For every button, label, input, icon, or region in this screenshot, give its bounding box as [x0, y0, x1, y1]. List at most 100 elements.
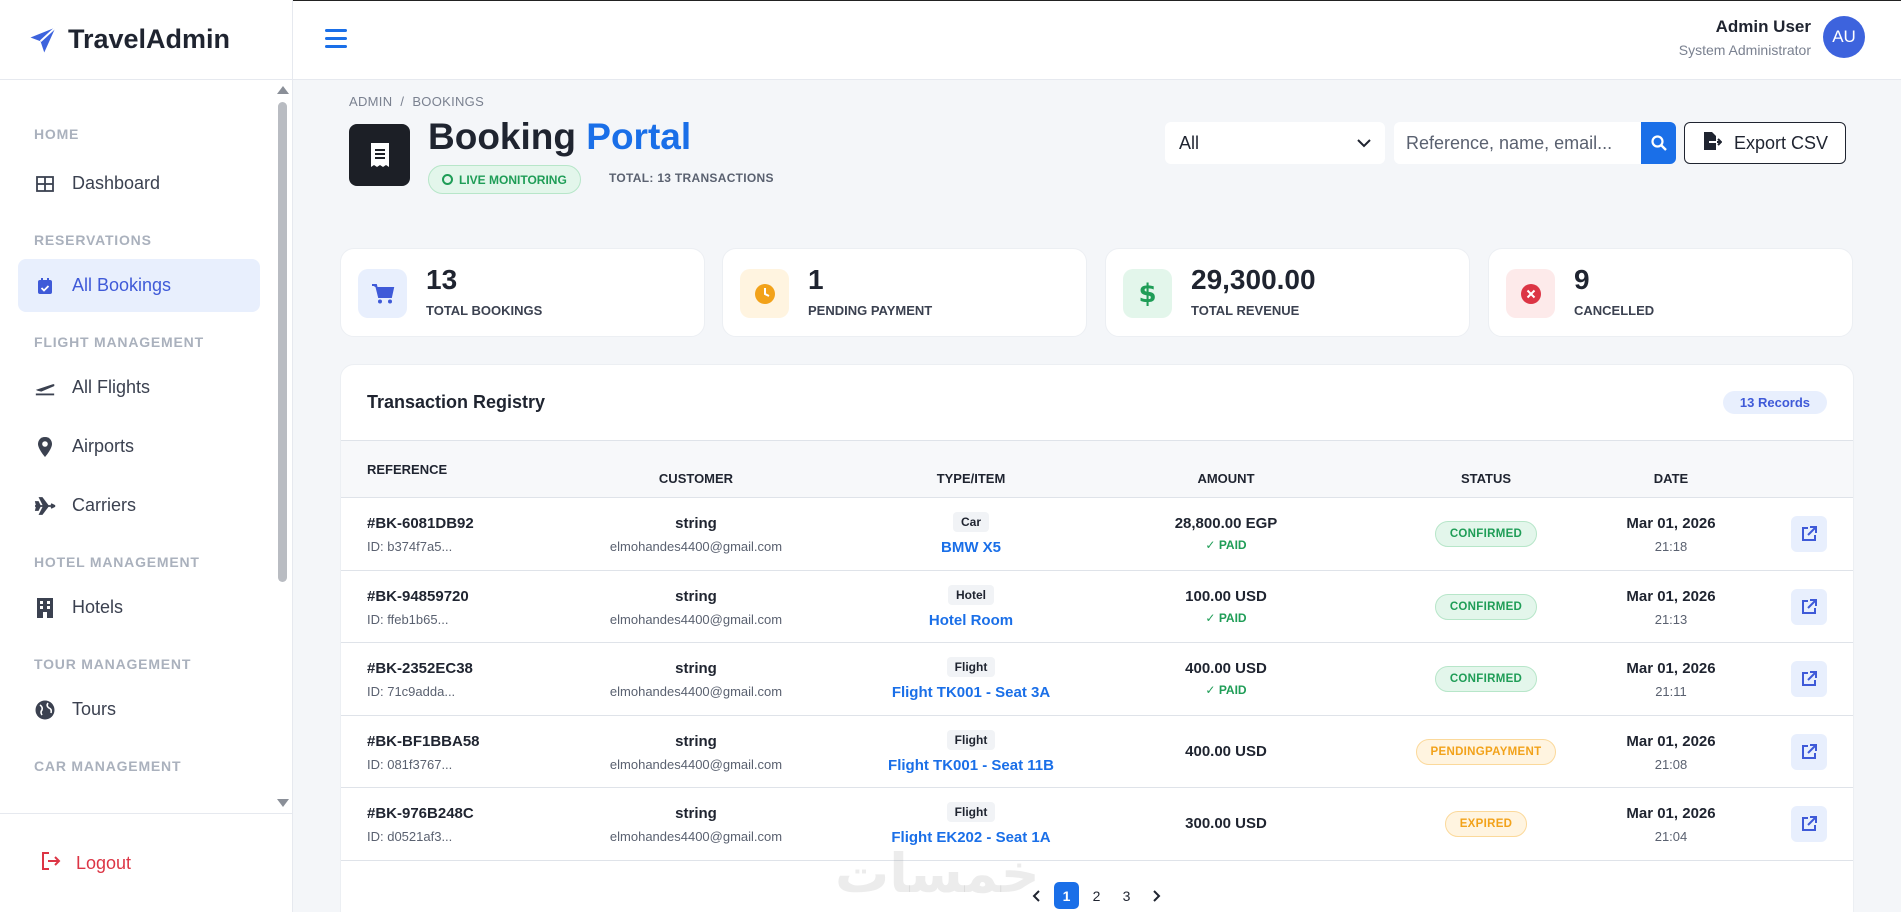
sidebar-item-tours[interactable]: Tours	[18, 683, 260, 736]
type-tag: Car	[952, 512, 989, 532]
section-title-car-management: CAR MANAGEMENT	[34, 758, 182, 774]
search-input[interactable]	[1406, 132, 1636, 154]
open-booking-button[interactable]	[1791, 661, 1827, 697]
search-icon	[1650, 135, 1667, 151]
booking-date: Mar 01, 2026	[1626, 660, 1716, 677]
receipt-icon	[349, 124, 410, 186]
stat-label: PENDING PAYMENT	[808, 303, 933, 318]
next-page-button[interactable]	[1144, 882, 1169, 909]
plane-icon	[34, 495, 56, 517]
customer-name: string	[675, 805, 717, 822]
user-name: Admin User	[1715, 16, 1811, 36]
table-row[interactable]: #BK-6081DB92 ID: b374f7a5... string elmoha…	[341, 498, 1853, 571]
records-count-badge: 13 Records	[1722, 391, 1827, 414]
customer-email: elmohandes4400@gmail.com	[609, 611, 783, 627]
type-tag: Hotel	[948, 584, 994, 605]
sidebar-nav: HOME Dashboard RESERVATIONS All Bookings…	[0, 80, 278, 813]
section-title-hotel-management: HOTEL MANAGEMENT	[34, 554, 200, 570]
file-export-icon	[1702, 131, 1723, 156]
clock-icon	[740, 269, 789, 318]
search-field[interactable]	[1394, 122, 1642, 164]
page-button[interactable]: 3	[1114, 882, 1139, 909]
stat-value: 1	[808, 264, 824, 295]
item-link[interactable]: Hotel Room	[841, 612, 1101, 629]
brand-name: TravelAdmin	[68, 24, 231, 54]
booking-time: 21:18	[1654, 539, 1688, 554]
scroll-down-arrow[interactable]	[277, 799, 289, 807]
sidebar-item-label: Dashboard	[72, 173, 161, 193]
search-button[interactable]	[1641, 122, 1676, 164]
logout-label: Logout	[76, 852, 132, 873]
open-booking-button[interactable]	[1791, 806, 1827, 842]
item-link[interactable]: Flight TK001 - Seat 11B	[841, 757, 1101, 774]
scroll-up-arrow[interactable]	[277, 86, 289, 94]
check-double-icon: ✓	[1205, 538, 1216, 552]
column-header-date: DATE	[1653, 471, 1689, 486]
cart-icon	[358, 269, 407, 318]
stat-label: CANCELLED	[1574, 303, 1655, 318]
sidebar-item-label: Carriers	[72, 495, 137, 515]
amount-value: 400.00 USD	[1185, 742, 1267, 760]
panel-title: Transaction Registry	[367, 392, 546, 412]
page-button[interactable]: 1	[1054, 882, 1079, 909]
stat-value: 29,300.00	[1191, 264, 1316, 295]
table-row[interactable]: #BK-BF1BBA58 ID: 081f3767... string elmoha…	[341, 716, 1853, 788]
export-csv-button[interactable]: Export CSV	[1684, 122, 1846, 164]
table-row[interactable]: #BK-94859720 ID: ffeb1b65... string elmoha…	[341, 571, 1853, 643]
page-button[interactable]: 2	[1084, 882, 1109, 909]
check-double-icon: ✓	[1205, 610, 1216, 625]
avatar[interactable]: AU	[1823, 16, 1865, 58]
prev-page-button[interactable]	[1024, 882, 1049, 909]
breadcrumb-item-admin[interactable]: ADMIN	[349, 94, 392, 109]
table-row[interactable]: #BK-2352EC38 ID: 71c9adda... string elmoha…	[341, 643, 1853, 716]
type-tag: Flight	[946, 802, 996, 822]
sidebar-item-label: Airports	[72, 436, 135, 456]
payment-status: ✓ PAID	[1205, 538, 1247, 552]
open-booking-button[interactable]	[1791, 733, 1827, 770]
pagination: 1 2 3	[1024, 882, 1174, 909]
transaction-registry-panel: Transaction Registry 13 Records REFERENC…	[340, 364, 1854, 912]
booking-id: ID: 081f3767...	[367, 756, 453, 772]
logout-button[interactable]: Logout	[0, 813, 292, 912]
column-header-type-item: TYPE/ITEM	[936, 471, 1006, 486]
stat-value: 13	[426, 264, 458, 295]
customer-email: elmohandes4400@gmail.com	[609, 539, 783, 554]
amount-value: 300.00 USD	[1185, 815, 1267, 832]
brand[interactable]: TravelAdmin	[0, 0, 292, 80]
customer-name: string	[675, 587, 717, 605]
sidebar-item-airports[interactable]: Airports	[18, 420, 260, 473]
status-filter-select[interactable]: All	[1165, 122, 1385, 164]
sidebar-item-carriers[interactable]: Carriers	[18, 479, 260, 532]
payment-status: ✓ PAID	[1205, 683, 1247, 697]
status-badge: CONFIRMED	[1434, 666, 1538, 692]
user-menu[interactable]: Admin User System Administrator AU	[1679, 16, 1865, 58]
chevron-down-icon	[1357, 138, 1371, 147]
booking-id: ID: 71c9adda...	[367, 684, 456, 699]
customer-email: elmohandes4400@gmail.com	[609, 684, 783, 699]
external-link-icon	[1802, 526, 1817, 541]
column-header-reference: REFERENCE	[367, 462, 448, 477]
sidebar-item-dashboard[interactable]: Dashboard	[18, 157, 260, 210]
customer-email: elmohandes4400@gmail.com	[609, 756, 783, 772]
menu-toggle-icon[interactable]	[325, 29, 347, 49]
column-header-amount: AMOUNT	[1197, 471, 1255, 486]
customer-name: string	[675, 732, 717, 750]
open-booking-button[interactable]	[1791, 588, 1827, 625]
item-link[interactable]: BMW X5	[841, 539, 1101, 556]
sidebar-scrollbar[interactable]	[277, 84, 289, 809]
table-row[interactable]: #BK-976B248C ID: d0521af3... string elmoha…	[341, 788, 1853, 861]
customer-name: string	[675, 515, 717, 532]
sidebar-item-hotels[interactable]: Hotels	[18, 581, 260, 634]
item-link[interactable]: Flight TK001 - Seat 3A	[841, 684, 1101, 701]
stat-card-total-revenue: $ 29,300.00 TOTAL REVENUE	[1105, 248, 1470, 337]
reference-code: #BK-94859720	[367, 587, 469, 605]
open-booking-button[interactable]	[1791, 516, 1827, 552]
sidebar-item-all-flights[interactable]: All Flights	[18, 361, 260, 414]
sidebar-item-label: Tours	[72, 699, 117, 719]
breadcrumb-item-bookings: BOOKINGS	[412, 94, 485, 109]
sidebar-item-all-bookings[interactable]: All Bookings	[18, 259, 260, 312]
scroll-thumb[interactable]	[278, 102, 287, 582]
booking-date: Mar 01, 2026	[1626, 732, 1716, 750]
map-pin-icon	[34, 436, 56, 458]
watermark: خمسات	[835, 844, 1040, 904]
